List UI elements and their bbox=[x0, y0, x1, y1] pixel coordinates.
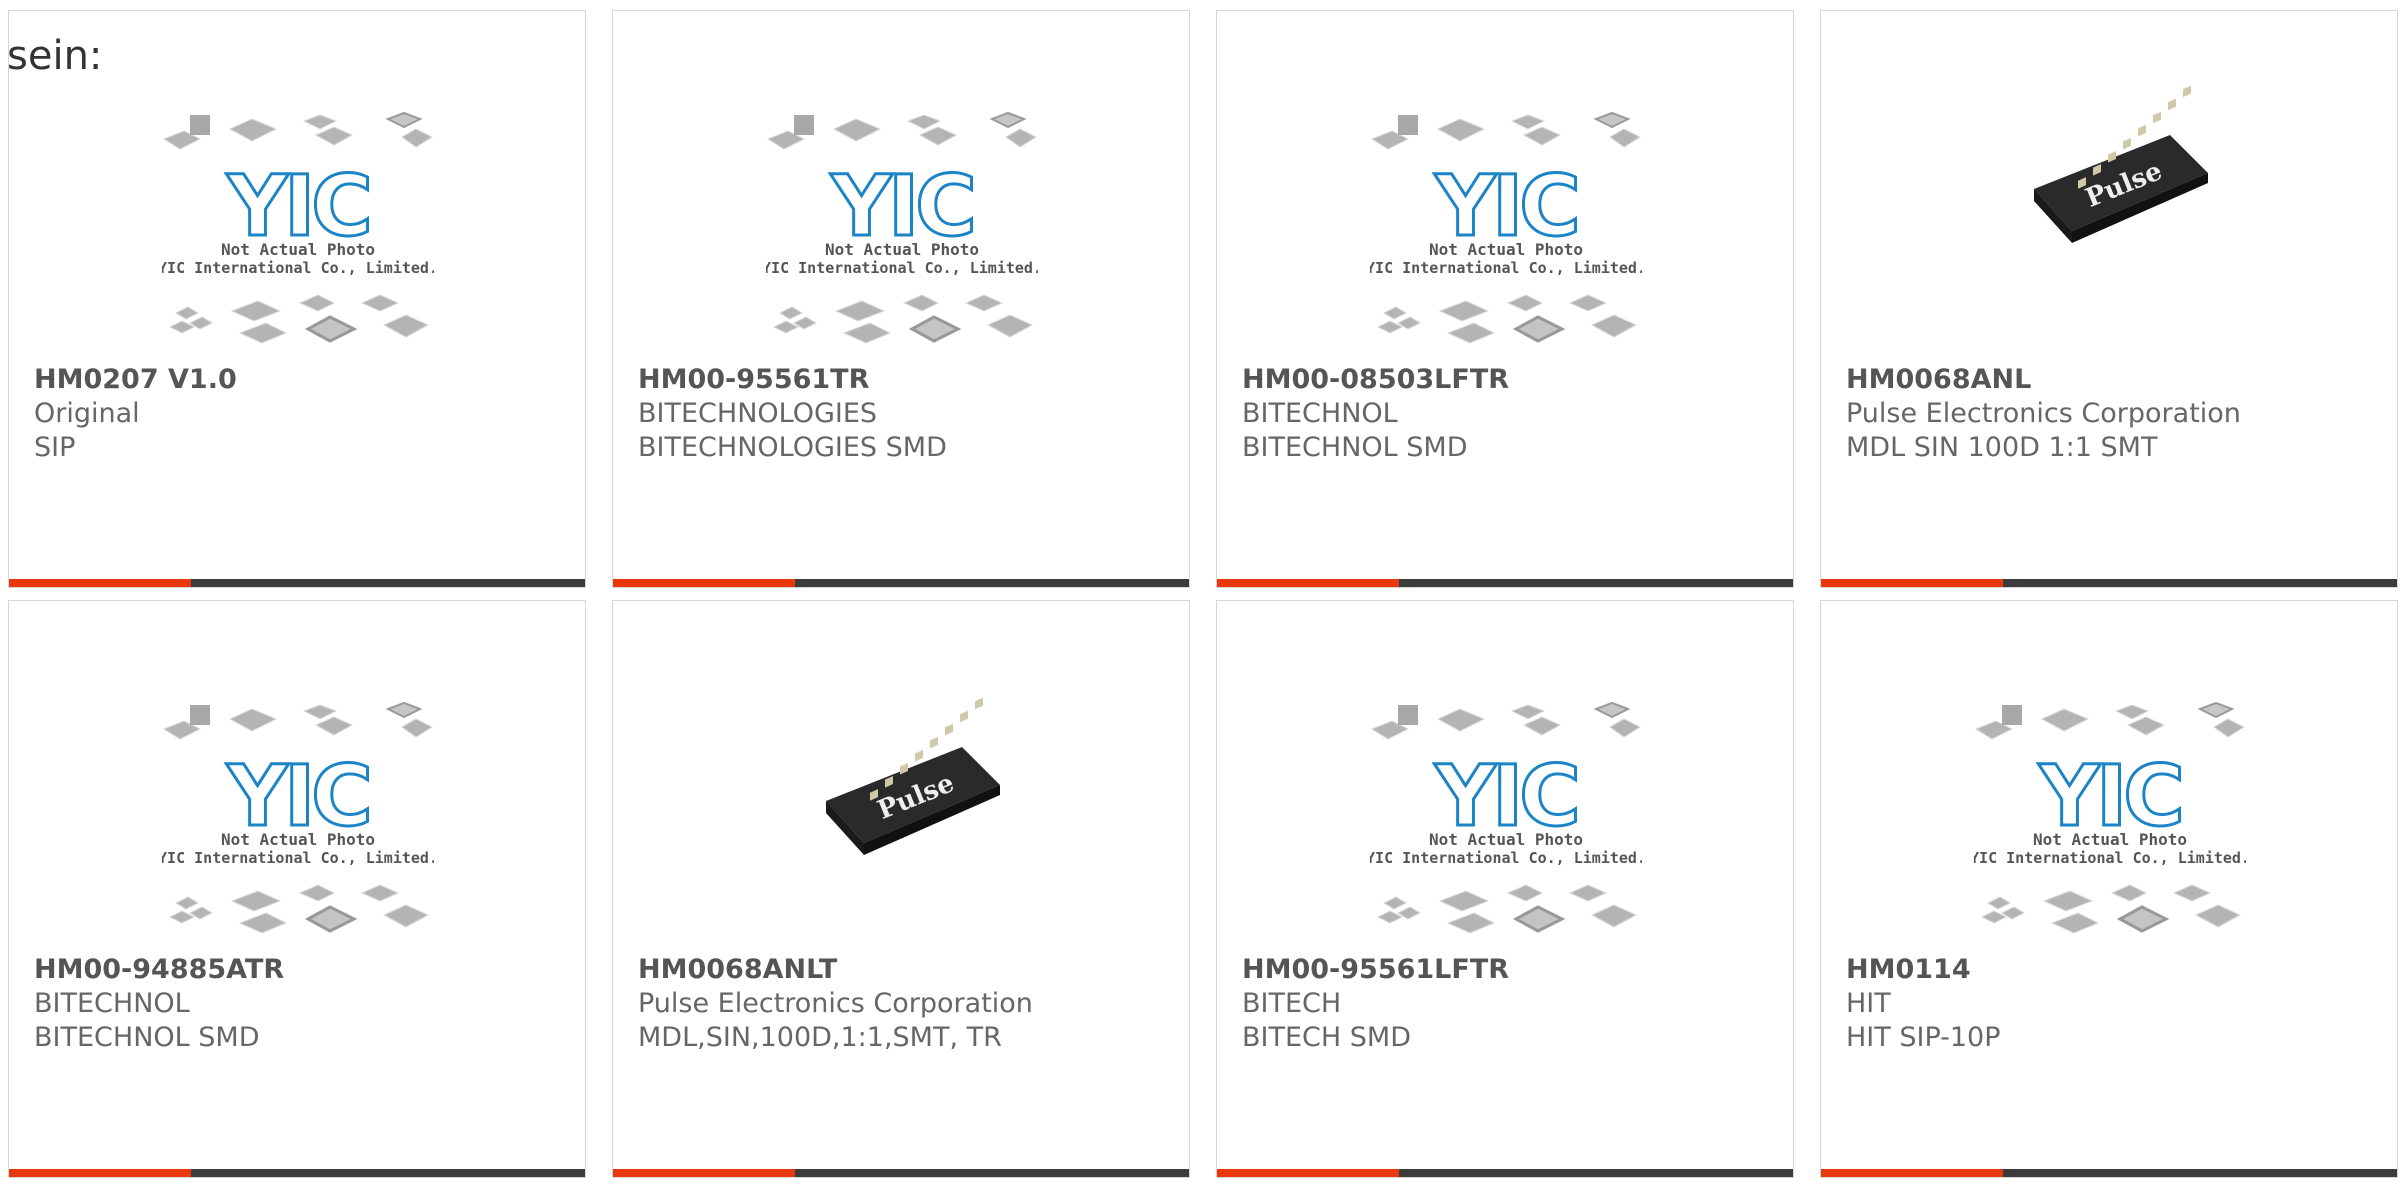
card-bar-accent bbox=[613, 1169, 795, 1177]
chip-icons-top bbox=[162, 111, 434, 150]
chip-icons-bottom bbox=[1376, 294, 1638, 344]
svg-text:Not Actual Photo: Not Actual Photo bbox=[2033, 830, 2187, 849]
svg-text:YIC International Co., Limited: YIC International Co., Limited. bbox=[766, 259, 1038, 277]
card-bar bbox=[613, 1169, 1189, 1177]
part-number[interactable]: HM00-94885ATR bbox=[34, 953, 575, 987]
manufacturer: BITECHNOL bbox=[1242, 398, 1398, 429]
card-bar bbox=[9, 579, 585, 587]
description: BITECHNOL SMD bbox=[34, 1022, 260, 1053]
manufacturer: BITECH bbox=[1242, 988, 1342, 1019]
part-number[interactable]: HM0068ANL bbox=[1846, 363, 2387, 397]
chip-icons-bottom bbox=[1980, 884, 2242, 934]
card-bar bbox=[1217, 1169, 1793, 1177]
chip-photo: Pulse bbox=[2034, 85, 2208, 243]
card-bar-accent bbox=[9, 579, 191, 587]
chip-icons-bottom bbox=[772, 294, 1034, 344]
manufacturer: BITECHNOLOGIES bbox=[638, 398, 878, 429]
product-card[interactable]: YIC Not Actual Photo YIC International C… bbox=[8, 600, 586, 1178]
product-card[interactable]: YIC Not Actual Photo YIC International C… bbox=[1216, 10, 1794, 588]
product-image[interactable]: YIC Not Actual Photo YIC International C… bbox=[162, 693, 434, 945]
chip-icons-bottom bbox=[168, 294, 430, 344]
card-bar bbox=[9, 1169, 585, 1177]
intro-text: sein: bbox=[7, 33, 103, 79]
chip-icons-bottom bbox=[168, 884, 430, 934]
description: SIP bbox=[34, 432, 76, 463]
manufacturer: Pulse Electronics Corporation bbox=[1846, 398, 2241, 429]
description: BITECHNOLOGIES SMD bbox=[638, 432, 947, 463]
card-bar-accent bbox=[1821, 1169, 2003, 1177]
product-card[interactable]: YIC Not Actual Photo YIC International C… bbox=[612, 10, 1190, 588]
chip-icons-top bbox=[1370, 111, 1642, 150]
chip-icons-top bbox=[766, 111, 1038, 150]
manufacturer: Pulse Electronics Corporation bbox=[638, 988, 1033, 1019]
chip-icons-top bbox=[1370, 701, 1642, 740]
card-bar-accent bbox=[613, 579, 795, 587]
card-bar bbox=[1821, 1169, 2397, 1177]
product-image[interactable]: YIC Not Actual Photo YIC International C… bbox=[1370, 693, 1642, 945]
description: BITECHNOL SMD bbox=[1242, 432, 1468, 463]
product-image[interactable]: YIC Not Actual Photo YIC International C… bbox=[162, 103, 434, 355]
description: HIT SIP-10P bbox=[1846, 1022, 2001, 1053]
part-number[interactable]: HM00-95561TR bbox=[638, 363, 1179, 397]
product-card[interactable]: YIC Not Actual Photo YIC International C… bbox=[8, 10, 586, 588]
description: MDL,SIN,100D,1:1,SMT, TR bbox=[638, 1022, 1002, 1053]
card-bar bbox=[613, 579, 1189, 587]
product-image[interactable]: Pulse bbox=[1974, 81, 2246, 333]
svg-text:YIC International Co., Limited: YIC International Co., Limited. bbox=[162, 259, 434, 277]
manufacturer: Original bbox=[34, 398, 140, 429]
product-image[interactable]: YIC Not Actual Photo YIC International C… bbox=[766, 103, 1038, 355]
svg-text:YIC International Co., Limited: YIC International Co., Limited. bbox=[1370, 259, 1642, 277]
svg-text:Not Actual Photo: Not Actual Photo bbox=[825, 240, 979, 259]
card-bar-accent bbox=[1821, 579, 2003, 587]
chip-icons-top bbox=[162, 701, 434, 740]
chip-icons-bottom bbox=[1376, 884, 1638, 934]
product-card[interactable]: YIC Not Actual Photo YIC International C… bbox=[1820, 600, 2398, 1178]
manufacturer: HIT bbox=[1846, 988, 1891, 1019]
card-bar-accent bbox=[1217, 1169, 1399, 1177]
card-bar bbox=[1821, 579, 2397, 587]
part-number[interactable]: HM00-95561LFTR bbox=[1242, 953, 1783, 987]
manufacturer: BITECHNOL bbox=[34, 988, 190, 1019]
part-number[interactable]: HM0068ANLT bbox=[638, 953, 1179, 987]
product-image[interactable]: YIC Not Actual Photo YIC International C… bbox=[1974, 693, 2246, 945]
product-image[interactable]: YIC Not Actual Photo YIC International C… bbox=[1370, 103, 1642, 355]
chip-icons-top bbox=[1974, 701, 2246, 740]
description: BITECH SMD bbox=[1242, 1022, 1412, 1053]
card-bar-accent bbox=[9, 1169, 191, 1177]
svg-text:YIC International Co., Limited: YIC International Co., Limited. bbox=[1974, 849, 2246, 867]
product-card[interactable]: YIC Not Actual Photo YIC International C… bbox=[1216, 600, 1794, 1178]
svg-text:Not Actual Photo: Not Actual Photo bbox=[221, 240, 375, 259]
svg-text:YIC International Co., Limited: YIC International Co., Limited. bbox=[1370, 849, 1642, 867]
description: MDL SIN 100D 1:1 SMT bbox=[1846, 432, 2158, 463]
part-number[interactable]: HM0207 V1.0 bbox=[34, 363, 575, 397]
svg-text:Not Actual Photo: Not Actual Photo bbox=[1429, 830, 1583, 849]
product-card[interactable]: Pulse HM0068ANLT Pulse Electronics Corpo… bbox=[612, 600, 1190, 1178]
part-number[interactable]: HM0114 bbox=[1846, 953, 2387, 987]
svg-text:Not Actual Photo: Not Actual Photo bbox=[221, 830, 375, 849]
card-bar-accent bbox=[1217, 579, 1399, 587]
svg-text:YIC International Co., Limited: YIC International Co., Limited. bbox=[162, 849, 434, 867]
product-card[interactable]: Pulse HM0068ANL Pulse Electronics Corpor… bbox=[1820, 10, 2398, 588]
chip-photo: Pulse bbox=[826, 697, 1000, 855]
part-number[interactable]: HM00-08503LFTR bbox=[1242, 363, 1783, 397]
card-bar bbox=[1217, 579, 1793, 587]
svg-text:Not Actual Photo: Not Actual Photo bbox=[1429, 240, 1583, 259]
product-image[interactable]: Pulse bbox=[766, 693, 1038, 945]
